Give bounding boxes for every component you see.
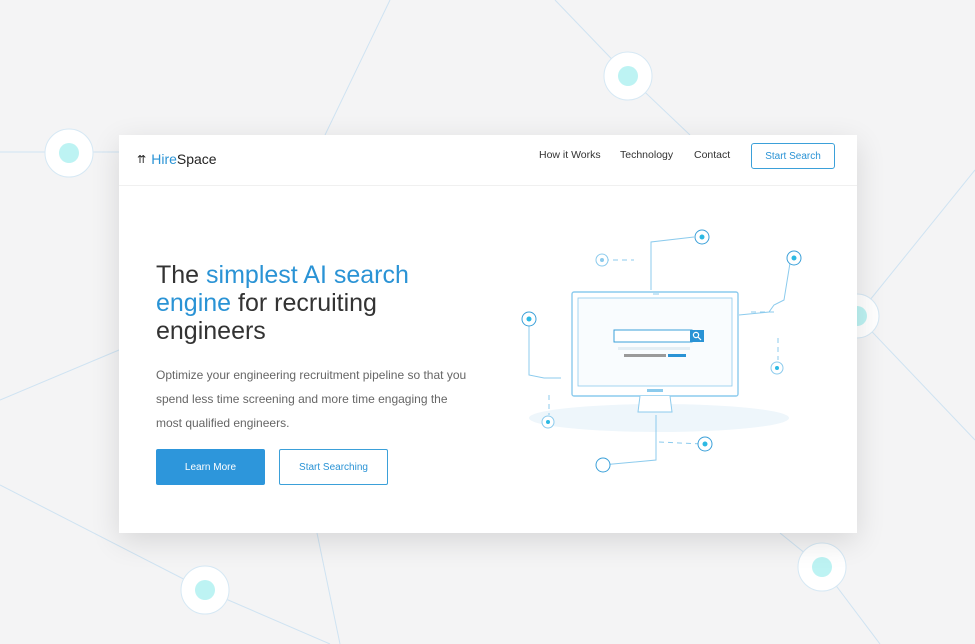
network-node (786, 250, 802, 266)
hero-description: Optimize your engineering recruitment pi… (156, 368, 467, 430)
logo-text-space: Space (176, 151, 217, 167)
headline-part-1: The (156, 261, 207, 289)
nav-link-technology[interactable]: Technology (620, 149, 673, 161)
double-pin-icon: ⇈ (137, 153, 146, 166)
learn-more-button[interactable]: Learn More (156, 449, 265, 485)
network-node (541, 415, 555, 429)
network-node (603, 51, 653, 101)
logo-text-hire: Hire (151, 151, 177, 167)
network-node (797, 542, 847, 592)
network-node (521, 311, 537, 327)
network-node (44, 128, 94, 178)
hero-headline: The simplest AI search engine for recrui… (156, 261, 456, 345)
computer-network-illustration (521, 229, 802, 473)
monitor (571, 291, 739, 413)
nav-link-how-it-works[interactable]: How it Works (539, 149, 601, 161)
search-icon (690, 330, 704, 342)
landing-card: ⇈ Hire Space How it Works Technology Cont… (119, 135, 857, 533)
network-node (770, 361, 784, 375)
nav-link-contact[interactable]: Contact (694, 149, 730, 161)
top-nav: ⇈ Hire Space How it Works Technology Cont… (119, 135, 857, 186)
network-node (694, 229, 710, 245)
start-search-button[interactable]: Start Search (751, 143, 835, 169)
network-node (180, 565, 230, 615)
start-searching-button[interactable]: Start Searching (279, 449, 388, 485)
network-node (697, 436, 713, 452)
network-node (595, 457, 611, 473)
logo[interactable]: ⇈ Hire Space (137, 148, 217, 170)
network-node (595, 253, 609, 267)
